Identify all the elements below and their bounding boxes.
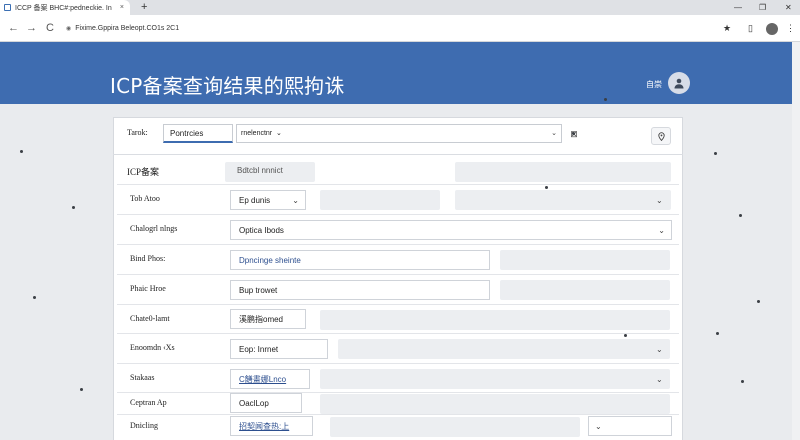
placeholder-bar bbox=[500, 250, 670, 270]
field-label: Chate0-lamt bbox=[130, 314, 170, 323]
filter-select[interactable]: rnelenctnr ⌄ ⌄ bbox=[236, 124, 562, 143]
placeholder-bar bbox=[320, 369, 670, 389]
browser-tab[interactable]: ICCP 备案 BHC#:pedneckie. In × bbox=[0, 0, 130, 15]
field-value-box: 溪鹏指omed bbox=[230, 309, 306, 329]
forward-button[interactable]: → bbox=[26, 15, 37, 42]
row-divider bbox=[117, 304, 679, 305]
row-divider bbox=[117, 363, 679, 364]
minimize-button[interactable]: — bbox=[734, 0, 742, 15]
section-value: Bdtcbl nnnict bbox=[237, 166, 283, 175]
field-value-box: Eop: Inrnet bbox=[230, 339, 328, 359]
filter-chevron-down-icon: ⌄ bbox=[551, 130, 557, 137]
chevron-down-icon[interactable]: ⌄ bbox=[656, 345, 663, 354]
user-name[interactable]: 自崇 bbox=[646, 79, 662, 90]
tab-title: ICCP 备案 BHC#:pedneckie. In bbox=[15, 4, 112, 12]
row-divider bbox=[117, 274, 679, 275]
placeholder-bar bbox=[320, 394, 670, 414]
speck bbox=[624, 334, 627, 337]
address-bar[interactable]: ◉ Fixime.Gppira Beleopt.CO1s 2C1 bbox=[60, 20, 710, 37]
speck bbox=[80, 388, 83, 391]
field-link[interactable]: C饍畫娜Lnco bbox=[230, 369, 310, 389]
reload-button[interactable]: C bbox=[46, 15, 54, 42]
row-divider bbox=[117, 244, 679, 245]
field-select[interactable]: Optica Ibods ⌄ bbox=[230, 220, 672, 240]
new-tab-button[interactable]: + bbox=[141, 0, 147, 15]
chevron-down-icon[interactable]: ⌄ bbox=[656, 375, 663, 384]
location-button[interactable] bbox=[651, 127, 671, 145]
section-title: ICP备案 bbox=[127, 167, 160, 177]
site-info-icon[interactable]: ◉ bbox=[66, 21, 71, 38]
row-divider bbox=[117, 392, 679, 393]
url-text: Fixime.Gppira Beleopt.CO1s 2C1 bbox=[75, 25, 180, 32]
field-label: Tob Atoo bbox=[130, 194, 160, 203]
speck bbox=[20, 150, 23, 153]
speck bbox=[716, 332, 719, 335]
field-link[interactable]: Dpncinge sheinte bbox=[230, 250, 490, 270]
speck bbox=[741, 380, 744, 383]
browser-toolbar: ← → C ◉ Fixime.Gppira Beleopt.CO1s 2C1 ★ … bbox=[0, 15, 800, 42]
field-value-box: OaclLop bbox=[230, 393, 302, 413]
placeholder-bar bbox=[320, 190, 440, 210]
menu-kebab-icon[interactable]: ⋮ bbox=[786, 15, 795, 42]
back-button[interactable]: ← bbox=[8, 15, 19, 42]
field-label: Stakaas bbox=[130, 373, 155, 382]
field-label: Enoomdn ‹Xs bbox=[130, 343, 175, 352]
close-window-button[interactable]: ✕ bbox=[785, 0, 792, 15]
speck bbox=[72, 206, 75, 209]
placeholder-bar bbox=[320, 310, 670, 330]
profile-avatar[interactable] bbox=[766, 23, 778, 35]
placeholder-bar bbox=[455, 190, 671, 210]
tab-close-icon[interactable]: × bbox=[120, 4, 124, 11]
search-input[interactable]: Pontrcies bbox=[163, 124, 233, 143]
field-value: Optica Ibods bbox=[239, 226, 284, 235]
field-label: Dnicling bbox=[130, 421, 158, 430]
bottom-select[interactable]: ⌄ bbox=[588, 416, 672, 436]
field-label: Bind Phos: bbox=[130, 254, 166, 263]
speck bbox=[572, 132, 575, 135]
row-divider bbox=[117, 414, 679, 415]
speck bbox=[33, 296, 36, 299]
field-select[interactable]: Ep dunis ⌄ bbox=[230, 190, 306, 210]
chevron-down-icon[interactable]: ⌄ bbox=[656, 196, 663, 205]
placeholder-bar bbox=[455, 162, 671, 182]
search-label: Tarok: bbox=[127, 128, 148, 137]
speck bbox=[739, 214, 742, 217]
chevron-down-icon: ⌄ bbox=[292, 196, 299, 205]
page-scrollbar[interactable] bbox=[792, 42, 800, 440]
row-divider bbox=[117, 214, 679, 215]
filter-value: rnelenctnr bbox=[241, 130, 273, 137]
placeholder-bar bbox=[500, 280, 670, 300]
field-label: Chalogrl nlngs bbox=[130, 224, 178, 233]
bookmark-star-icon[interactable]: ★ bbox=[723, 15, 731, 42]
chevron-down-icon: ⌄ bbox=[658, 226, 665, 235]
speck bbox=[545, 186, 548, 189]
user-avatar[interactable] bbox=[668, 72, 690, 94]
page-favicon-icon bbox=[4, 4, 11, 11]
user-icon bbox=[674, 78, 684, 89]
field-label: Phaic Hroe bbox=[130, 284, 166, 293]
speck bbox=[714, 152, 717, 155]
location-pin-icon bbox=[657, 131, 665, 141]
row-divider bbox=[117, 184, 679, 185]
field-value: Ep dunis bbox=[239, 196, 271, 205]
page-title: ICP备案查询结果的熙拘诛 bbox=[110, 74, 345, 98]
field-value-box: Bup trowet bbox=[230, 280, 490, 300]
field-link[interactable]: 招契闻查热:上 bbox=[230, 416, 313, 436]
extension-icon[interactable]: ▯ bbox=[748, 15, 753, 42]
speck bbox=[604, 98, 607, 101]
restore-button[interactable]: ❐ bbox=[759, 0, 766, 15]
browser-tab-strip: ICCP 备案 BHC#:pedneckie. In × + — ❐ ✕ bbox=[0, 0, 800, 15]
chevron-down-icon: ⌄ bbox=[595, 422, 602, 431]
placeholder-bar bbox=[338, 339, 670, 359]
field-label: Ceptran Ap bbox=[130, 398, 167, 407]
placeholder-bar bbox=[330, 417, 580, 437]
row-divider bbox=[117, 333, 679, 334]
speck bbox=[757, 300, 760, 303]
